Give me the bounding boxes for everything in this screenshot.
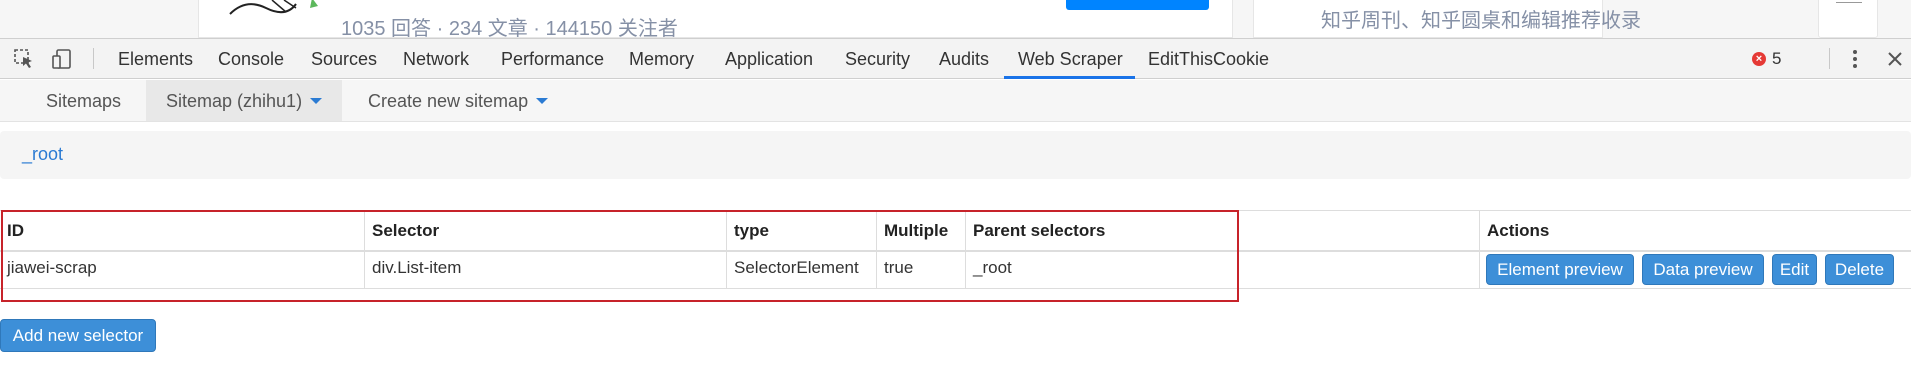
header-multiple: Multiple [876, 211, 965, 250]
nav-current-sitemap[interactable]: Sitemap (zhihu1) [146, 80, 343, 121]
devtools-tab-bar: Elements Console Sources Network Perform… [0, 38, 1911, 79]
header-type: type [726, 211, 876, 250]
caret-down-icon [310, 97, 323, 104]
nav-current-sitemap-label: Sitemap (zhihu1) [166, 91, 303, 111]
caret-down-icon [536, 97, 549, 104]
delete-button[interactable]: Delete [1825, 254, 1894, 285]
cell-id: jiawei-scrap [7, 258, 97, 277]
cell-parent-selectors: _root [965, 252, 1479, 288]
toolbar-separator [93, 48, 94, 69]
page-stats: 1035 回答 · 234 文章 · 144150 关注者 [341, 18, 678, 38]
tab-network[interactable]: Network [403, 39, 469, 78]
follow-button[interactable] [1066, 0, 1209, 10]
mascot-image [229, 0, 318, 15]
inspect-icon[interactable] [12, 39, 36, 78]
tab-application[interactable]: Application [725, 39, 813, 78]
page-card-far [1818, 0, 1878, 38]
tab-security[interactable]: Security [845, 39, 910, 78]
data-preview-button[interactable]: Data preview [1642, 254, 1764, 285]
tab-web-scraper[interactable]: Web Scraper [1018, 39, 1123, 78]
active-tab-indicator [1004, 76, 1135, 79]
tab-console[interactable]: Console [218, 39, 284, 78]
tab-performance[interactable]: Performance [501, 39, 604, 78]
cell-type: SelectorElement [726, 252, 876, 288]
tab-memory[interactable]: Memory [629, 39, 694, 78]
webpage-strip: 1035 回答 · 234 文章 · 144150 关注者 知乎周刊、知乎圆桌和… [0, 0, 1911, 38]
element-preview-button[interactable]: Element preview [1486, 254, 1634, 285]
error-count: 5 [1772, 48, 1782, 68]
header-parent-selectors: Parent selectors [965, 211, 1479, 250]
tab-sources[interactable]: Sources [311, 39, 377, 78]
error-counter[interactable]: × 5 [1752, 39, 1781, 78]
add-new-selector-button[interactable]: Add new selector [0, 319, 156, 352]
tab-audits[interactable]: Audits [939, 39, 989, 78]
cell-multiple: true [876, 252, 965, 288]
breadcrumb-root-link[interactable]: _root [22, 144, 63, 165]
table-header-row: ID Selector type Multiple Parent selecto… [0, 210, 1911, 252]
scraper-nav: Sitemaps Sitemap (zhihu1) Create new sit… [0, 80, 1911, 122]
tab-elements[interactable]: Elements [118, 39, 193, 78]
nav-create-sitemap[interactable]: Create new sitemap [368, 80, 549, 121]
header-actions: Actions [1479, 211, 1911, 250]
error-icon: × [1752, 51, 1766, 66]
page-right-text: 知乎周刊、知乎圆桌和编辑推荐收录 [1321, 10, 1641, 32]
more-vert-icon[interactable] [1842, 39, 1868, 78]
tab-editthiscookie[interactable]: EditThisCookie [1148, 39, 1269, 78]
cell-selector: div.List-item [364, 252, 726, 288]
header-id: ID [7, 221, 24, 240]
toolbar-separator [1829, 48, 1830, 69]
device-toolbar-icon[interactable] [50, 39, 74, 78]
edit-button[interactable]: Edit [1772, 254, 1817, 285]
nav-sitemaps[interactable]: Sitemaps [46, 80, 121, 121]
breadcrumb: _root [0, 131, 1911, 179]
header-selector: Selector [364, 211, 726, 250]
close-icon[interactable] [1882, 39, 1908, 78]
divider [1836, 2, 1862, 3]
nav-create-sitemap-label: Create new sitemap [368, 91, 529, 111]
